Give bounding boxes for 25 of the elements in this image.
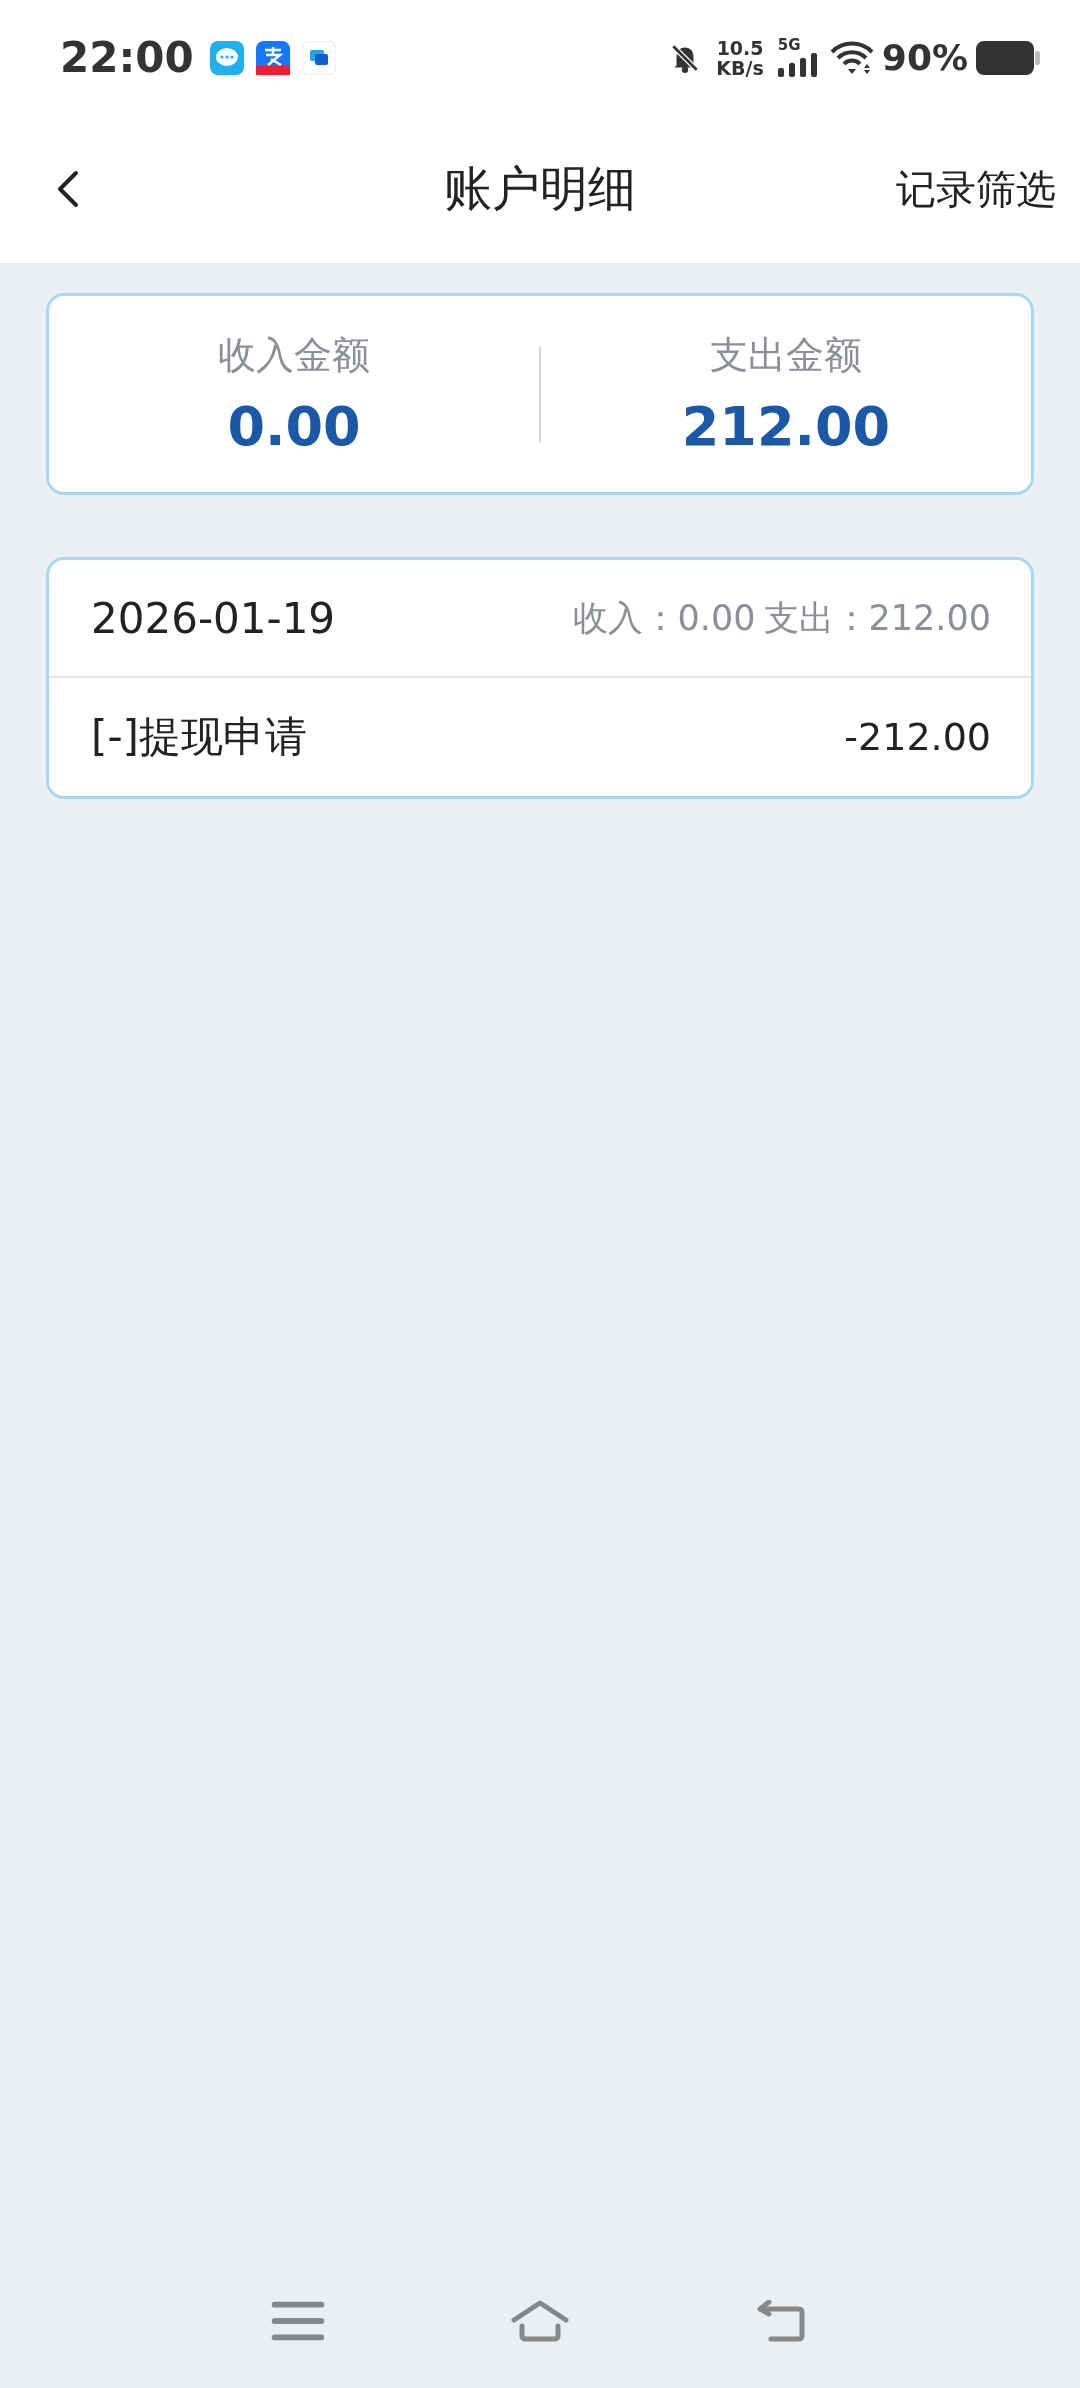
wifi-icon bbox=[829, 40, 874, 75]
day-expense: 支出：212.00 bbox=[763, 596, 991, 640]
battery-level: 90% bbox=[881, 37, 968, 78]
summary-amount: 0.00 bbox=[227, 395, 361, 458]
record-date: 2026-01-19 bbox=[91, 593, 336, 643]
payment-app-icon bbox=[255, 40, 290, 75]
record-amount: -212.00 bbox=[844, 715, 991, 759]
status-time: 22:00 bbox=[60, 33, 194, 82]
network-type: 5G bbox=[777, 38, 802, 53]
home-icon[interactable] bbox=[511, 2299, 569, 2342]
summary-label: 支出金额 bbox=[710, 332, 862, 379]
message-app-icon bbox=[301, 40, 336, 75]
summary-label: 收入金额 bbox=[218, 332, 370, 379]
signal-icon bbox=[777, 53, 818, 77]
back-icon[interactable] bbox=[56, 169, 80, 209]
record-title: [-]提现申请 bbox=[91, 711, 307, 763]
day-income: 收入：0.00 bbox=[572, 596, 756, 640]
chat-app-icon bbox=[209, 40, 244, 75]
summary-amount: 212.00 bbox=[681, 395, 891, 458]
speed-unit: KB/s bbox=[716, 57, 764, 78]
page-title: 账户明细 bbox=[444, 159, 636, 218]
menu-icon[interactable] bbox=[269, 2299, 327, 2342]
network-speed: 10.5 bbox=[716, 37, 764, 58]
battery-icon bbox=[976, 40, 1040, 75]
filter-button[interactable]: 记录筛选 bbox=[892, 153, 1060, 225]
